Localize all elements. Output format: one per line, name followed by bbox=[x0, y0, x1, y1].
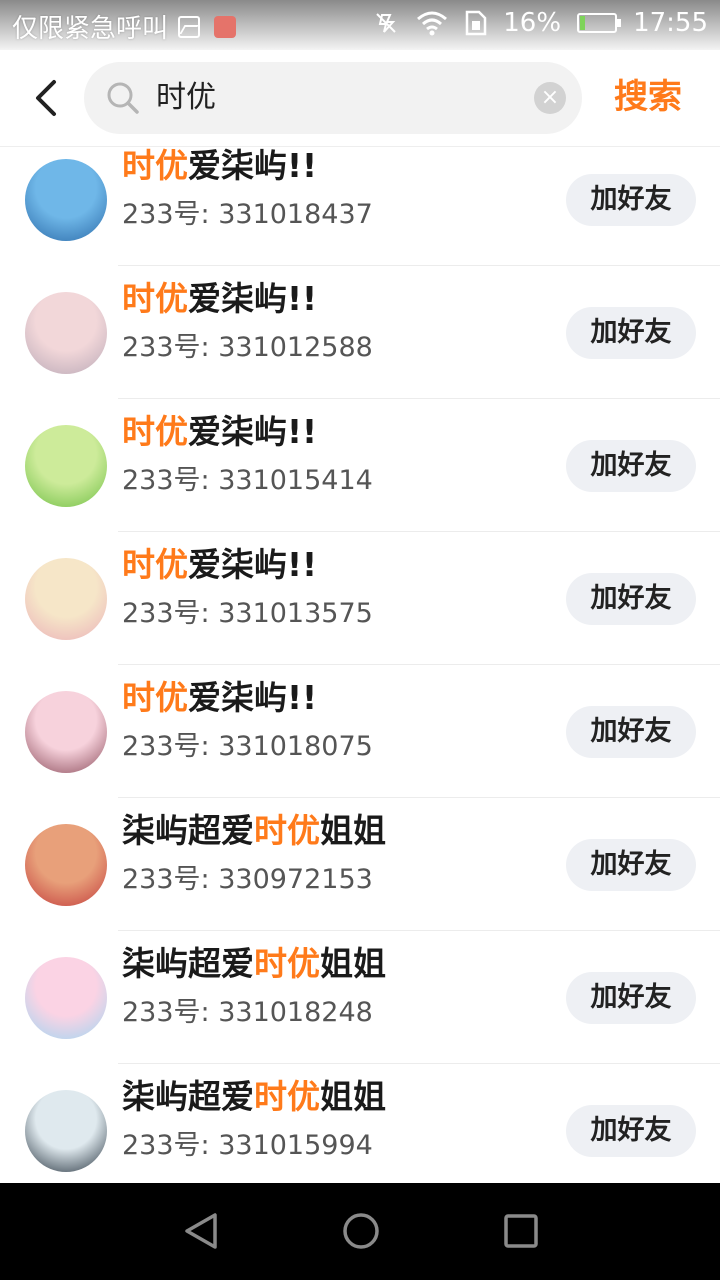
name-prefix: 柒屿超爱 bbox=[122, 944, 254, 983]
avatar[interactable] bbox=[25, 824, 107, 906]
user-name: 柒屿超爱时优姐姐 bbox=[122, 941, 386, 987]
avatar[interactable] bbox=[25, 1090, 107, 1172]
avatar[interactable] bbox=[25, 558, 107, 640]
user-id: 233号: 331018075 bbox=[122, 731, 373, 762]
user-id: 233号: 331015994 bbox=[122, 1130, 373, 1161]
add-friend-button[interactable]: 加好友 bbox=[566, 440, 696, 492]
name-suffix: 姐姐 bbox=[320, 811, 386, 850]
name-suffix: 爱柒屿!! bbox=[188, 412, 318, 451]
add-friend-button[interactable]: 加好友 bbox=[566, 573, 696, 625]
search-input[interactable]: 时优 × bbox=[84, 62, 582, 134]
user-name: 柒屿超爱时优姐姐 bbox=[122, 808, 386, 854]
search-button[interactable]: 搜索 bbox=[614, 74, 682, 120]
user-id: 233号: 331013575 bbox=[122, 598, 373, 629]
name-suffix: 爱柒屿!! bbox=[188, 279, 318, 318]
user-name: 时优爱柒屿!! bbox=[122, 542, 317, 588]
user-name: 时优爱柒屿!! bbox=[122, 409, 317, 455]
name-highlight: 时优 bbox=[122, 545, 188, 584]
nav-home-icon[interactable] bbox=[341, 1211, 381, 1251]
status-left: 仅限紧急呼叫 bbox=[12, 8, 237, 45]
name-highlight: 时优 bbox=[122, 279, 188, 318]
result-row-1[interactable]: 时优爱柒屿!! 233号: 331018437 加好友 bbox=[0, 147, 720, 266]
status-bar: 仅限紧急呼叫 16% 17:55 bbox=[0, 0, 720, 50]
user-id: 233号: 331012588 bbox=[122, 332, 373, 363]
avatar[interactable] bbox=[25, 425, 107, 507]
image-icon bbox=[178, 15, 201, 38]
name-highlight: 时优 bbox=[122, 412, 188, 451]
mute-icon bbox=[376, 13, 396, 33]
search-value[interactable]: 时优 bbox=[156, 78, 216, 118]
avatar[interactable] bbox=[25, 159, 107, 241]
user-name: 时优爱柒屿!! bbox=[122, 276, 317, 322]
navigation-bar bbox=[0, 1183, 720, 1280]
search-header: 时优 × 搜索 bbox=[0, 50, 720, 147]
avatar[interactable] bbox=[25, 292, 107, 374]
search-icon bbox=[107, 82, 139, 114]
add-friend-button[interactable]: 加好友 bbox=[566, 839, 696, 891]
battery-level bbox=[580, 16, 586, 30]
result-row-8[interactable]: 柒屿超爱时优姐姐 233号: 331015994 加好友 bbox=[0, 1064, 720, 1183]
battery-percent: 16% bbox=[503, 8, 562, 38]
result-row-7[interactable]: 柒屿超爱时优姐姐 233号: 331018248 加好友 bbox=[0, 931, 720, 1064]
name-highlight: 时优 bbox=[254, 944, 320, 983]
avatar[interactable] bbox=[25, 957, 107, 1039]
name-highlight: 时优 bbox=[254, 811, 320, 850]
name-highlight: 时优 bbox=[122, 147, 188, 185]
app-notification-icon bbox=[214, 15, 237, 38]
result-row-3[interactable]: 时优爱柒屿!! 233号: 331015414 加好友 bbox=[0, 399, 720, 532]
carrier-text: 仅限紧急呼叫 bbox=[12, 14, 169, 44]
avatar[interactable] bbox=[25, 691, 107, 773]
name-highlight: 时优 bbox=[254, 1077, 320, 1116]
sim-icon bbox=[466, 10, 487, 36]
status-right: 16% 17:55 bbox=[357, 8, 708, 38]
name-suffix: 姐姐 bbox=[320, 1077, 386, 1116]
result-row-4[interactable]: 时优爱柒屿!! 233号: 331013575 加好友 bbox=[0, 532, 720, 665]
result-row-6[interactable]: 柒屿超爱时优姐姐 233号: 330972153 加好友 bbox=[0, 798, 720, 931]
battery-icon bbox=[577, 13, 622, 33]
name-prefix: 柒屿超爱 bbox=[122, 1077, 254, 1116]
result-row-2[interactable]: 时优爱柒屿!! 233号: 331012588 加好友 bbox=[0, 266, 720, 399]
name-suffix: 爱柒屿!! bbox=[188, 147, 318, 185]
add-friend-button[interactable]: 加好友 bbox=[566, 1105, 696, 1157]
add-friend-button[interactable]: 加好友 bbox=[566, 972, 696, 1024]
user-id: 233号: 330972153 bbox=[122, 864, 373, 895]
add-friend-button[interactable]: 加好友 bbox=[566, 706, 696, 758]
name-suffix: 爱柒屿!! bbox=[188, 678, 318, 717]
clear-icon[interactable]: × bbox=[534, 82, 566, 114]
back-icon[interactable] bbox=[28, 76, 68, 120]
name-suffix: 姐姐 bbox=[320, 944, 386, 983]
user-name: 柒屿超爱时优姐姐 bbox=[122, 1074, 386, 1120]
add-friend-button[interactable]: 加好友 bbox=[566, 174, 696, 226]
clock: 17:55 bbox=[633, 8, 708, 38]
name-prefix: 柒屿超爱 bbox=[122, 811, 254, 850]
name-highlight: 时优 bbox=[122, 678, 188, 717]
wifi-icon bbox=[417, 11, 448, 36]
name-suffix: 爱柒屿!! bbox=[188, 545, 318, 584]
user-id: 233号: 331015414 bbox=[122, 465, 373, 496]
results-container: 时优爱柒屿!! 233号: 331018437 加好友 时优爱柒屿!! 233号… bbox=[0, 147, 720, 1183]
nav-recent-icon[interactable] bbox=[501, 1211, 541, 1251]
user-name: 时优爱柒屿!! bbox=[122, 147, 317, 189]
nav-back-icon[interactable] bbox=[181, 1211, 221, 1251]
user-name: 时优爱柒屿!! bbox=[122, 675, 317, 721]
user-id: 233号: 331018437 bbox=[122, 199, 373, 230]
result-row-5[interactable]: 时优爱柒屿!! 233号: 331018075 加好友 bbox=[0, 665, 720, 798]
user-id: 233号: 331018248 bbox=[122, 997, 373, 1028]
add-friend-button[interactable]: 加好友 bbox=[566, 307, 696, 359]
search-results-list[interactable]: 时优爱柒屿!! 233号: 331018437 加好友 时优爱柒屿!! 233号… bbox=[0, 147, 720, 1183]
